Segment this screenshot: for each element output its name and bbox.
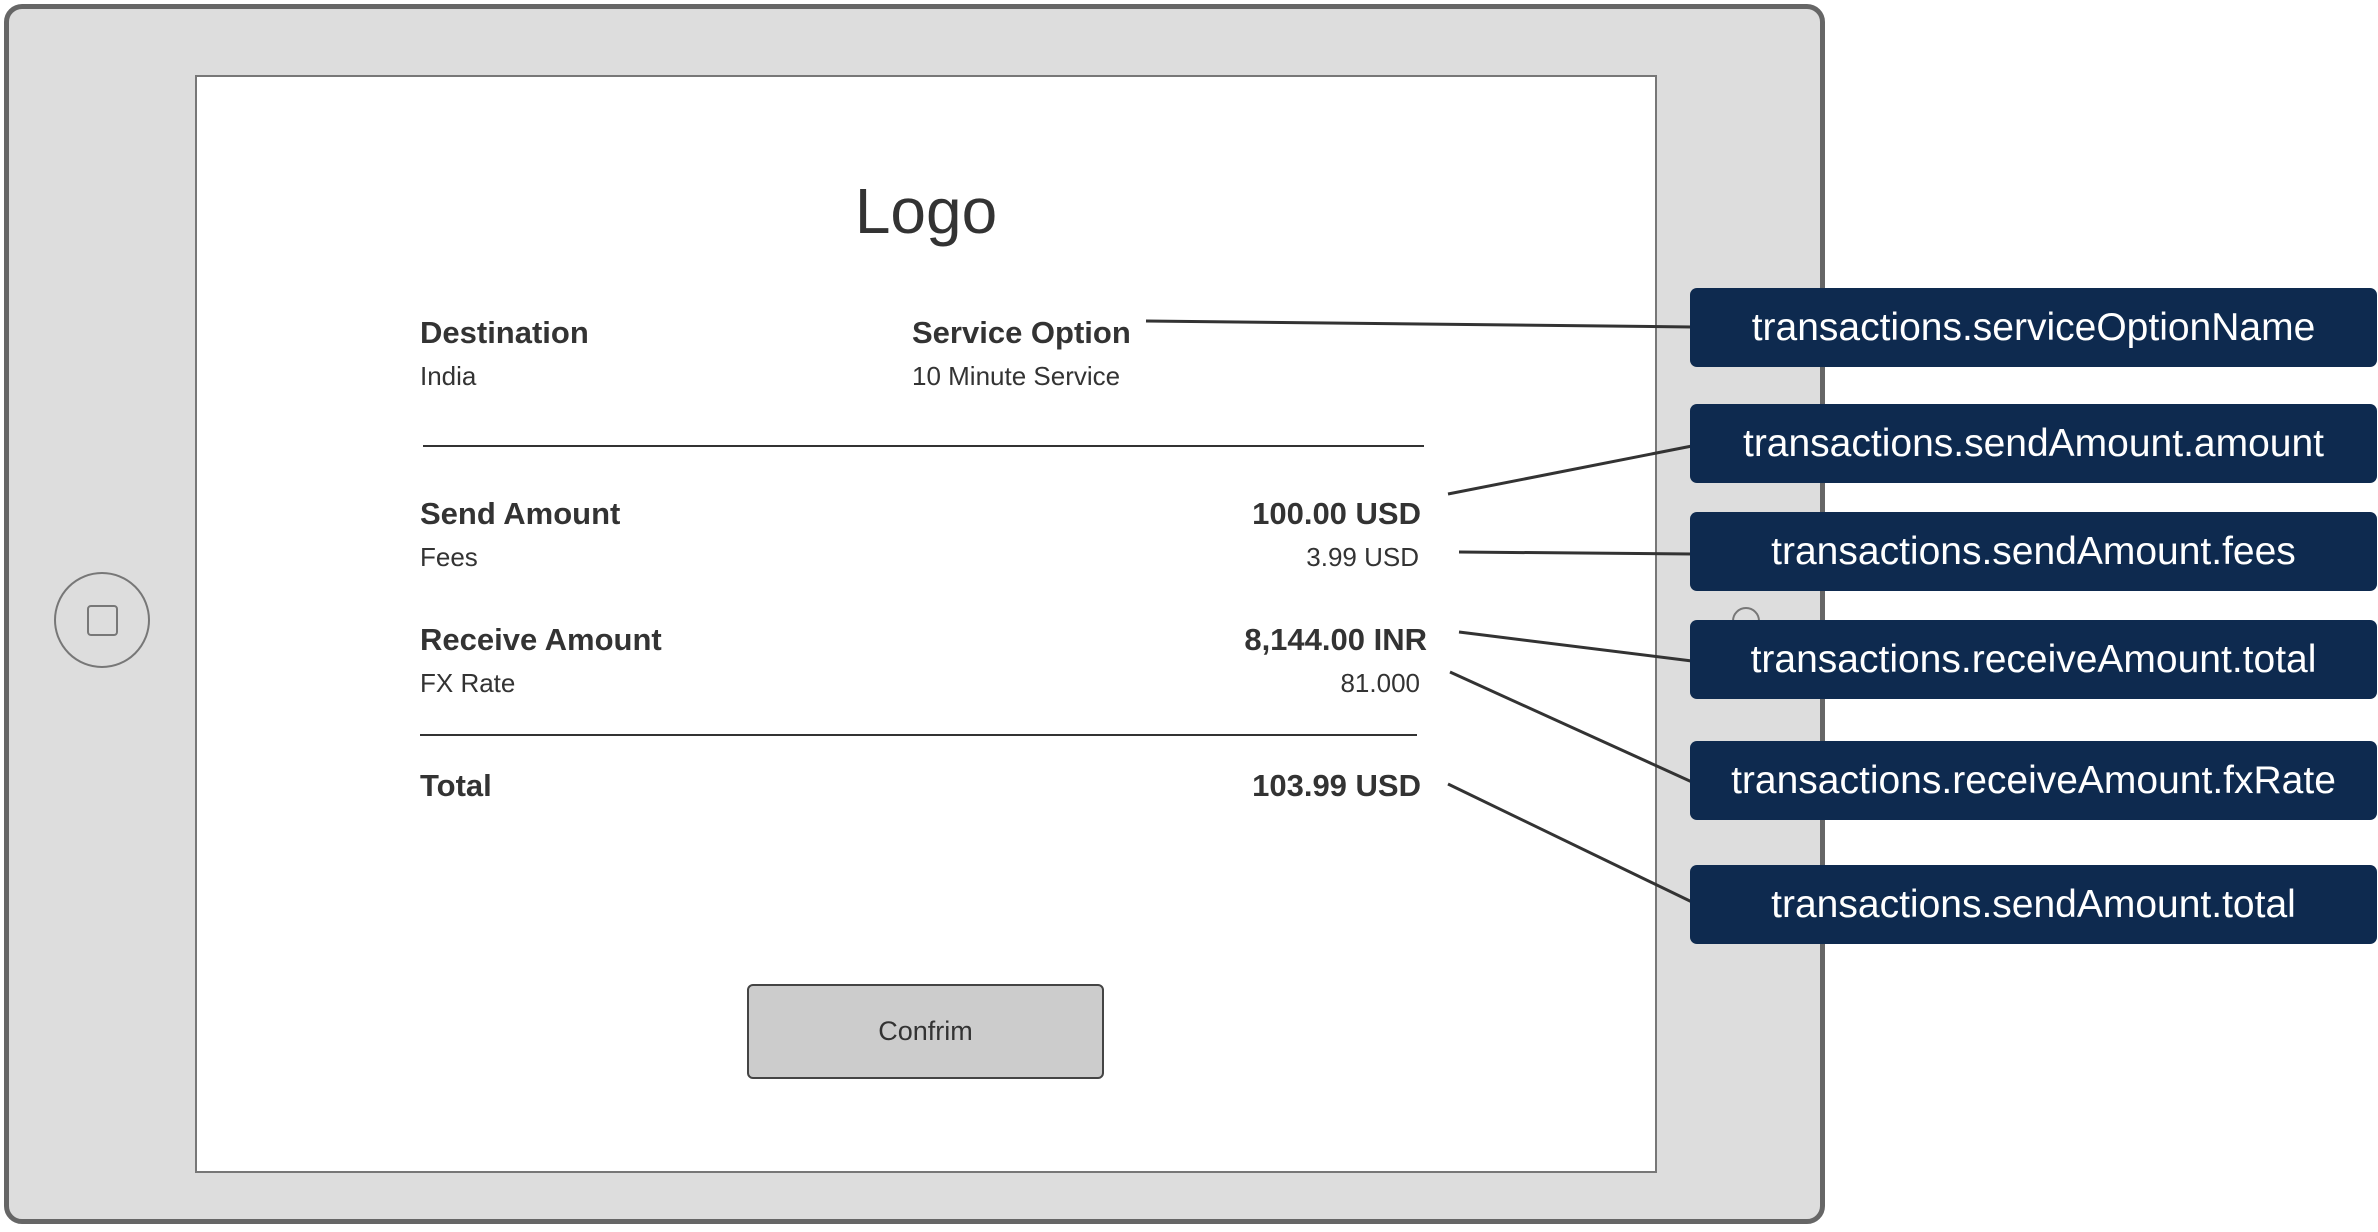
stage: Logo Destination India Service Option 10… — [0, 0, 2378, 1232]
service-option-label: Service Option — [912, 315, 1131, 350]
receive-amount-value: 8,144.00 INR — [1244, 622, 1427, 657]
home-button-icon[interactable] — [54, 572, 150, 668]
fees-label: Fees — [420, 542, 478, 572]
callout-send-amount-total: transactions.sendAmount.total — [1690, 865, 2377, 944]
callout-receive-amount-total: transactions.receiveAmount.total — [1690, 620, 2377, 699]
logo: Logo — [854, 175, 998, 247]
callout-send-amount-fees: transactions.sendAmount.fees — [1690, 512, 2377, 591]
fx-rate-value: 81.000 — [1340, 668, 1420, 698]
service-option-value: 10 Minute Service — [912, 361, 1121, 391]
send-amount-label: Send Amount — [420, 496, 621, 531]
receive-amount-label: Receive Amount — [420, 622, 662, 657]
fx-rate-label: FX Rate — [420, 668, 516, 698]
tablet-frame: Logo Destination India Service Option 10… — [4, 4, 1825, 1224]
destination-label: Destination — [420, 315, 589, 350]
total-value: 103.99 USD — [1252, 768, 1421, 803]
divider-bottom — [420, 734, 1417, 736]
callout-receive-amount-fx-rate: transactions.receiveAmount.fxRate — [1690, 741, 2377, 820]
total-label: Total — [420, 768, 492, 803]
confirm-button[interactable]: Confrim — [747, 984, 1104, 1079]
home-square-icon — [86, 604, 118, 636]
callout-send-amount-amount: transactions.sendAmount.amount — [1690, 404, 2377, 483]
destination-value: India — [420, 361, 477, 391]
send-amount-value: 100.00 USD — [1252, 496, 1421, 531]
callout-service-option-name: transactions.serviceOptionName — [1690, 288, 2377, 367]
divider-top — [423, 445, 1424, 447]
screen: Logo Destination India Service Option 10… — [195, 75, 1657, 1173]
fees-value: 3.99 USD — [1306, 542, 1419, 572]
